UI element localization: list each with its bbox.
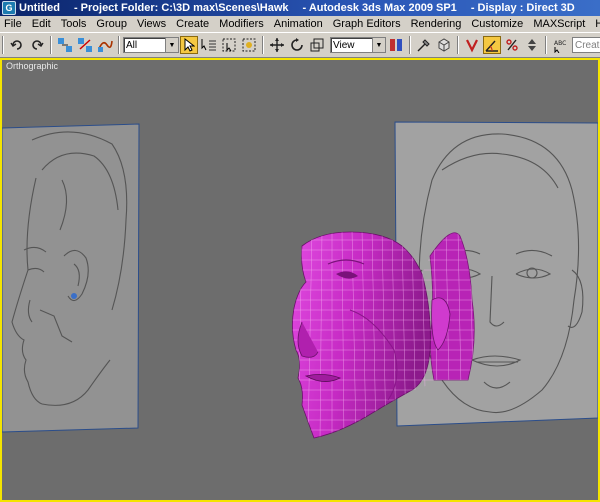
menu-customize[interactable]: Customize [466,16,528,32]
bind-to-space-warp-icon[interactable] [96,36,114,54]
rotate-icon[interactable] [288,36,306,54]
keyboard-shortcut-override-icon[interactable] [435,36,453,54]
orthographic-viewport[interactable]: Orthographic [0,58,600,502]
menu-views[interactable]: Views [132,16,171,32]
chevron-down-icon: ▼ [165,38,178,52]
percent-snap-icon[interactable] [503,36,521,54]
select-by-name-icon[interactable] [200,36,218,54]
toolbar-separator [262,36,264,54]
menu-rendering[interactable]: Rendering [406,16,467,32]
viewport-scene [2,121,598,439]
menu-graph-editors[interactable]: Graph Editors [328,16,406,32]
menu-file[interactable]: File [0,16,27,32]
title-bar: G Untitled - Project Folder: C:\3D max\S… [0,0,600,16]
project-folder: - Project Folder: C:\3D max\Scenes\Hawk [73,2,289,14]
svg-text:ABC: ABC [554,40,566,47]
chevron-down-icon: ▼ [372,38,385,52]
viewport-label[interactable]: Orthographic [6,61,58,71]
select-object-icon[interactable] [180,36,198,54]
scale-icon[interactable] [308,36,326,54]
menu-edit[interactable]: Edit [27,16,56,32]
redo-icon[interactable] [28,36,46,54]
toolbar-separator [457,36,459,54]
toolbar-separator [409,36,411,54]
reference-coordinate-value: View [333,39,355,51]
unlink-icon[interactable] [76,36,94,54]
menu-animation[interactable]: Animation [269,16,328,32]
menu-bar: File Edit Tools Group Views Create Modif… [0,16,600,32]
main-toolbar: All ▼ View ▼ ABC Creat [0,32,600,58]
undo-icon[interactable] [8,36,26,54]
edit-named-selection-icon[interactable]: ABC [551,36,569,54]
menu-create[interactable]: Create [171,16,214,32]
named-selection-set-field[interactable]: Create Selection [572,37,600,53]
toolbar-grip [2,36,4,54]
application-name: - Autodesk 3ds Max 2009 SP1 [302,2,457,14]
menu-modifiers[interactable]: Modifiers [214,16,269,32]
select-and-manipulate-icon[interactable] [415,36,433,54]
front-face-reference-plane[interactable] [394,121,598,427]
window-crossing-icon[interactable] [240,36,258,54]
scene-name: Untitled [19,2,60,14]
side-profile-reference-plane[interactable] [2,123,140,433]
3dsmax-app-icon[interactable]: G [2,1,16,15]
angle-snap-icon[interactable] [483,36,501,54]
rectangular-selection-icon[interactable] [220,36,238,54]
reference-coordinate-dropdown[interactable]: View ▼ [330,37,386,53]
named-selection-placeholder: Create Selection [575,39,600,51]
selection-filter-dropdown[interactable]: All ▼ [123,37,179,53]
menu-help[interactable]: Help [590,16,600,32]
pivot-center-icon[interactable] [387,36,405,54]
move-icon[interactable] [268,36,286,54]
menu-maxscript[interactable]: MAXScript [528,16,590,32]
menu-group[interactable]: Group [91,16,132,32]
menu-tools[interactable]: Tools [56,16,92,32]
spinner-snap-icon[interactable] [523,36,541,54]
toolbar-separator [118,36,120,54]
snap-toggle-icon[interactable] [463,36,481,54]
selection-filter-value: All [126,39,138,51]
toolbar-separator [50,36,52,54]
toolbar-separator [545,36,547,54]
select-and-link-icon[interactable] [56,36,74,54]
display-driver: - Display : Direct 3D [470,2,575,14]
